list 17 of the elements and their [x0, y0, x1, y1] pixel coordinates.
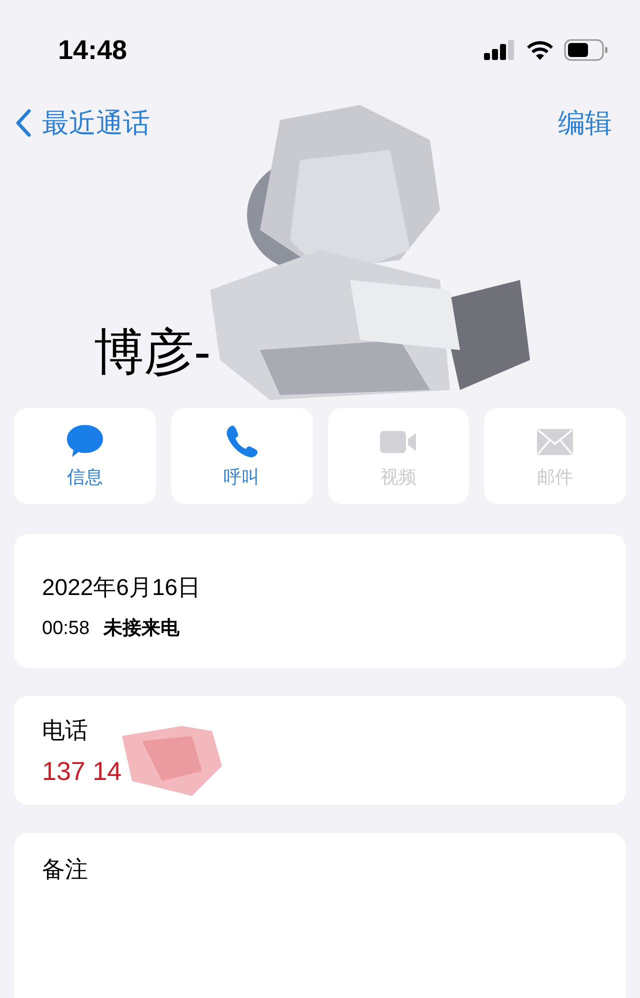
- call-date: 2022年6月16日: [42, 573, 202, 602]
- phone-label: 电话: [42, 716, 89, 745]
- call-time: 00:58: [42, 617, 90, 641]
- phone-number[interactable]: 137 14: [42, 753, 122, 789]
- back-button[interactable]: 最近通话: [14, 102, 150, 144]
- call-button[interactable]: 呼叫: [170, 408, 312, 504]
- battery-icon: [564, 39, 608, 61]
- call-type: 未接来电: [104, 616, 180, 641]
- edit-button[interactable]: 编辑: [558, 102, 612, 144]
- notes-card[interactable]: 备注: [14, 833, 626, 998]
- message-button[interactable]: 信息: [14, 408, 156, 504]
- wifi-icon: [526, 40, 554, 60]
- notes-label: 备注: [42, 855, 89, 884]
- signal-icon: [484, 40, 516, 60]
- status-time: 14:48: [58, 34, 128, 67]
- back-chevron-icon: [14, 108, 32, 138]
- contact-name: 博彦-: [94, 322, 211, 382]
